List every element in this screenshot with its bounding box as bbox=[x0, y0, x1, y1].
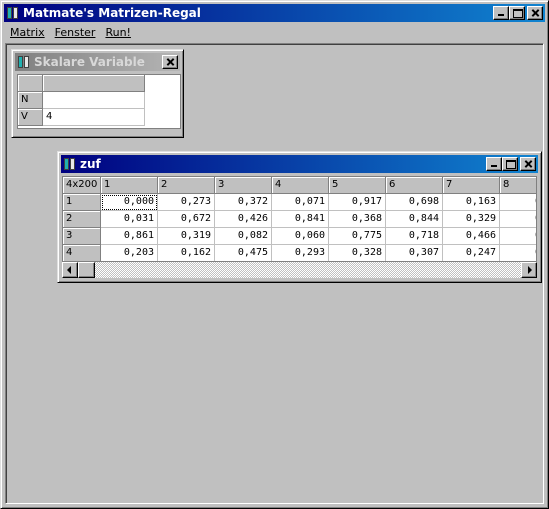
matrix-maximize-button[interactable] bbox=[502, 157, 518, 171]
row-header[interactable]: 3 bbox=[63, 228, 101, 245]
matrix-cell[interactable]: 0,8 bbox=[500, 194, 536, 211]
matrix-cell[interactable]: 0,841 bbox=[272, 211, 329, 228]
matrix-cell[interactable]: 0,293 bbox=[272, 245, 329, 261]
app-icon[interactable] bbox=[6, 6, 20, 20]
menu-run[interactable]: Run! bbox=[100, 26, 136, 39]
matrix-cell[interactable]: 0,698 bbox=[386, 194, 443, 211]
matrix-grid: 4x200 1 2 3 4 5 6 7 8 1 0,000 0,273 0,37… bbox=[62, 176, 537, 262]
matrix-cell[interactable]: 0,000 bbox=[101, 194, 158, 211]
matrix-corner-label: 4x200 bbox=[63, 177, 101, 194]
matrix-cell[interactable]: 0,368 bbox=[329, 211, 386, 228]
main-window-title: Matmate's Matrizen-Regal bbox=[23, 6, 201, 20]
matrix-window-title: zuf bbox=[80, 157, 101, 171]
column-header[interactable]: 2 bbox=[158, 177, 215, 194]
matrix-cell[interactable]: 0,718 bbox=[386, 228, 443, 245]
scalar-variable-window: Skalare Variable N V 4 bbox=[11, 49, 184, 138]
matrix-cell[interactable]: 0,203 bbox=[101, 245, 158, 261]
matrix-cell[interactable]: 0,2 bbox=[500, 211, 536, 228]
matrix-cell[interactable]: 0,672 bbox=[158, 211, 215, 228]
horizontal-scrollbar[interactable] bbox=[62, 262, 537, 278]
column-header[interactable]: 7 bbox=[443, 177, 500, 194]
column-header[interactable]: 4 bbox=[272, 177, 329, 194]
matrix-cell[interactable]: 0,426 bbox=[215, 211, 272, 228]
matrix-cell[interactable]: 0,163 bbox=[443, 194, 500, 211]
maximize-button[interactable] bbox=[509, 6, 525, 20]
scalar-value-cell[interactable] bbox=[43, 92, 145, 109]
menu-matrix[interactable]: Matrix bbox=[5, 26, 50, 39]
row-header[interactable]: 1 bbox=[63, 194, 101, 211]
matrix-window: zuf 4x200 1 2 3 4 5 6 7 8 1 0,000 0,273 … bbox=[57, 151, 542, 283]
matrix-cell[interactable]: 0,082 bbox=[215, 228, 272, 245]
matrix-cell[interactable]: 0,917 bbox=[329, 194, 386, 211]
menu-fenster[interactable]: Fenster bbox=[50, 26, 101, 39]
matrix-cell[interactable]: 0,273 bbox=[158, 194, 215, 211]
matrix-cell[interactable]: 0,372 bbox=[215, 194, 272, 211]
scalar-value-cell[interactable]: 4 bbox=[43, 109, 145, 126]
main-titlebar[interactable]: Matmate's Matrizen-Regal bbox=[4, 4, 545, 22]
matrix-cell[interactable]: 0,307 bbox=[386, 245, 443, 261]
column-header[interactable]: 1 bbox=[101, 177, 158, 194]
scalar-row-label: N bbox=[18, 92, 43, 109]
scalar-row-label: V bbox=[18, 109, 43, 126]
scalar-corner bbox=[18, 75, 43, 92]
scroll-right-arrow-icon[interactable] bbox=[521, 262, 537, 278]
matrix-cell[interactable]: 0,775 bbox=[329, 228, 386, 245]
scalar-value-header bbox=[43, 75, 145, 92]
matrix-cell[interactable]: 0,475 bbox=[215, 245, 272, 261]
matrix-cell[interactable]: 0,247 bbox=[443, 245, 500, 261]
matrix-titlebar[interactable]: zuf bbox=[61, 155, 538, 173]
matrix-cell[interactable]: 0,844 bbox=[386, 211, 443, 228]
matrix-cell[interactable]: 0,071 bbox=[272, 194, 329, 211]
menubar: Matrix Fenster Run! bbox=[5, 23, 136, 41]
scalar-close-button[interactable] bbox=[162, 55, 178, 69]
matrix-cell[interactable]: 0,466 bbox=[443, 228, 500, 245]
column-header[interactable]: 6 bbox=[386, 177, 443, 194]
matrix-cell[interactable]: 0,4 bbox=[500, 228, 536, 245]
matrix-cell[interactable]: 0,861 bbox=[101, 228, 158, 245]
close-button[interactable] bbox=[527, 6, 543, 20]
column-header[interactable]: 5 bbox=[329, 177, 386, 194]
row-header[interactable]: 2 bbox=[63, 211, 101, 228]
app-icon[interactable] bbox=[17, 55, 31, 69]
matrix-cell[interactable]: 0,031 bbox=[101, 211, 158, 228]
matrix-minimize-button[interactable] bbox=[486, 157, 502, 171]
scroll-left-arrow-icon[interactable] bbox=[62, 262, 78, 278]
row-header[interactable]: 4 bbox=[63, 245, 101, 261]
scalar-window-title: Skalare Variable bbox=[34, 55, 145, 69]
matrix-cell[interactable]: 0,060 bbox=[272, 228, 329, 245]
scalar-titlebar[interactable]: Skalare Variable bbox=[15, 53, 180, 71]
matrix-cell[interactable]: 0,1 bbox=[500, 245, 536, 261]
matrix-cell[interactable]: 0,319 bbox=[158, 228, 215, 245]
app-icon[interactable] bbox=[63, 157, 77, 171]
matrix-cell[interactable]: 0,328 bbox=[329, 245, 386, 261]
matrix-cell[interactable]: 0,162 bbox=[158, 245, 215, 261]
column-header[interactable]: 8 bbox=[500, 177, 536, 194]
minimize-button[interactable] bbox=[493, 6, 509, 20]
scroll-thumb[interactable] bbox=[78, 262, 95, 278]
matrix-cell[interactable]: 0,329 bbox=[443, 211, 500, 228]
matrix-close-button[interactable] bbox=[520, 157, 536, 171]
column-header[interactable]: 3 bbox=[215, 177, 272, 194]
scalar-grid: N V 4 bbox=[17, 74, 181, 129]
